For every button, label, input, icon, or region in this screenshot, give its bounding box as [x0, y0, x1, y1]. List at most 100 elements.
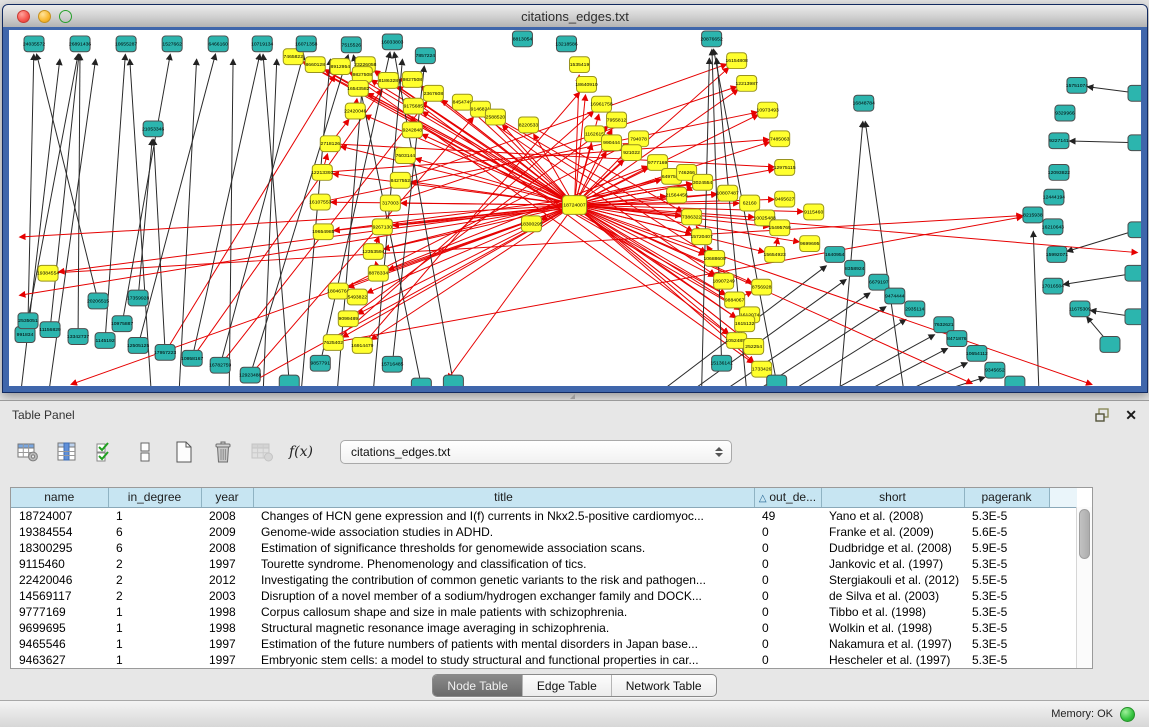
network-node[interactable]: [885, 288, 905, 304]
network-node[interactable]: [116, 36, 136, 52]
table-mode-icon[interactable]: [14, 439, 42, 465]
network-node[interactable]: [368, 265, 388, 281]
network-node[interactable]: [767, 375, 787, 386]
table-cell[interactable]: 5.6E-5: [964, 524, 1049, 540]
table-row[interactable]: 1830029562008Estimation of significance …: [11, 540, 1077, 556]
table-cell[interactable]: 5.9E-5: [964, 540, 1049, 556]
table-cell[interactable]: 1: [108, 652, 201, 668]
table-cell[interactable]: 1997: [201, 636, 253, 652]
network-node[interactable]: [718, 185, 738, 201]
network-node[interactable]: [770, 131, 790, 147]
table-cell[interactable]: Tourette syndrome. Phenomenology and cla…: [253, 556, 754, 572]
table-cell[interactable]: 0: [754, 620, 821, 636]
network-edge[interactable]: [1033, 232, 1039, 386]
column-header[interactable]: [1049, 488, 1077, 507]
table-cell[interactable]: Jankovic et al. (1997): [821, 556, 964, 572]
function-builder-icon[interactable]: f(x): [287, 439, 315, 465]
table-cell[interactable]: Disruption of a novel member of a sodium…: [253, 588, 754, 604]
network-node[interactable]: [423, 85, 443, 101]
table-cell[interactable]: 9465546: [11, 636, 108, 652]
network-node[interactable]: [312, 164, 332, 180]
tab-network-table[interactable]: Network Table: [612, 675, 716, 696]
network-node[interactable]: [1128, 222, 1141, 238]
table-cell[interactable]: 2: [108, 572, 201, 588]
network-node[interactable]: [804, 204, 824, 220]
table-cell[interactable]: Dudbridge et al. (2008): [821, 540, 964, 556]
table-row[interactable]: 911546021997Tourette syndrome. Phenomeno…: [11, 556, 1077, 572]
table-cell[interactable]: 0: [754, 540, 821, 556]
network-node[interactable]: [693, 174, 713, 190]
network-node[interactable]: [296, 36, 316, 52]
network-edge[interactable]: [122, 55, 170, 324]
network-edge[interactable]: [28, 55, 34, 321]
network-node[interactable]: [869, 274, 889, 290]
network-node[interactable]: [128, 338, 148, 354]
network-node[interactable]: [378, 73, 398, 89]
network-node[interactable]: [279, 375, 299, 386]
network-node[interactable]: [592, 96, 612, 112]
panel-splitter[interactable]: [570, 394, 575, 399]
table-cell[interactable]: 5.3E-5: [964, 604, 1049, 620]
tab-node-table[interactable]: Node Table: [433, 675, 523, 696]
network-edge[interactable]: [179, 60, 196, 386]
network-node[interactable]: [143, 121, 163, 137]
network-node[interactable]: [682, 209, 702, 225]
table-cell[interactable]: 0: [754, 572, 821, 588]
network-node[interactable]: [452, 94, 472, 110]
network-node[interactable]: [725, 292, 745, 308]
network-node[interactable]: [752, 279, 772, 295]
network-node[interactable]: [328, 283, 348, 299]
network-node[interactable]: [305, 57, 325, 73]
network-node[interactable]: [182, 350, 202, 366]
column-header[interactable]: △ out_de...: [754, 488, 821, 507]
table-cell[interactable]: 1: [108, 636, 201, 652]
network-edge[interactable]: [792, 320, 906, 386]
table-cell[interactable]: 6: [108, 540, 201, 556]
network-node[interactable]: [415, 48, 435, 64]
column-header[interactable]: pagerank: [964, 488, 1049, 507]
network-node[interactable]: [825, 247, 845, 263]
table-scrollbar[interactable]: [1076, 507, 1092, 668]
network-node[interactable]: [1067, 77, 1087, 93]
table-cell[interactable]: Stergiakouli et al. (2012): [821, 572, 964, 588]
show-columns-icon[interactable]: [53, 439, 81, 465]
network-node[interactable]: [347, 289, 367, 305]
table-row[interactable]: 1456911722003Disruption of a novel membe…: [11, 588, 1077, 604]
network-node[interactable]: [727, 53, 747, 69]
memory-status-icon[interactable]: [1120, 707, 1135, 722]
network-node[interactable]: [341, 37, 361, 53]
table-cell[interactable]: Estimation of the future numbers of pati…: [253, 636, 754, 652]
network-edge[interactable]: [78, 55, 80, 337]
network-node[interactable]: [1055, 105, 1075, 121]
minimize-window-icon[interactable]: [38, 10, 51, 23]
table-cell[interactable]: [1049, 652, 1077, 668]
network-node[interactable]: [702, 31, 722, 47]
network-node[interactable]: [323, 335, 343, 351]
table-cell[interactable]: 1997: [201, 652, 253, 668]
network-node[interactable]: [521, 216, 541, 232]
network-edge[interactable]: [229, 60, 233, 386]
table-cell[interactable]: Tibbo et al. (1998): [821, 604, 964, 620]
table-cell[interactable]: 1: [108, 604, 201, 620]
table-cell[interactable]: 18300295: [11, 540, 108, 556]
table-cell[interactable]: 5.3E-5: [964, 507, 1049, 524]
table-cell[interactable]: Investigating the contribution of common…: [253, 572, 754, 588]
network-edge[interactable]: [907, 363, 967, 386]
network-edge[interactable]: [165, 76, 334, 352]
network-node[interactable]: [18, 313, 38, 329]
network-node[interactable]: [800, 236, 820, 252]
network-node[interactable]: [162, 36, 182, 52]
network-node[interactable]: [70, 36, 90, 52]
network-node[interactable]: [518, 117, 538, 133]
network-node[interactable]: [577, 76, 597, 92]
table-cell[interactable]: 0: [754, 588, 821, 604]
network-node[interactable]: [210, 357, 230, 373]
network-canvas[interactable]: 1872400774658228660128891295423226058982…: [9, 30, 1141, 386]
table-cell[interactable]: [1049, 540, 1077, 556]
network-node[interactable]: [330, 59, 350, 75]
network-node[interactable]: [443, 375, 463, 386]
table-cell[interactable]: 2009: [201, 524, 253, 540]
network-node[interactable]: [1100, 337, 1120, 353]
network-node[interactable]: [402, 72, 422, 88]
network-edge[interactable]: [702, 59, 710, 386]
